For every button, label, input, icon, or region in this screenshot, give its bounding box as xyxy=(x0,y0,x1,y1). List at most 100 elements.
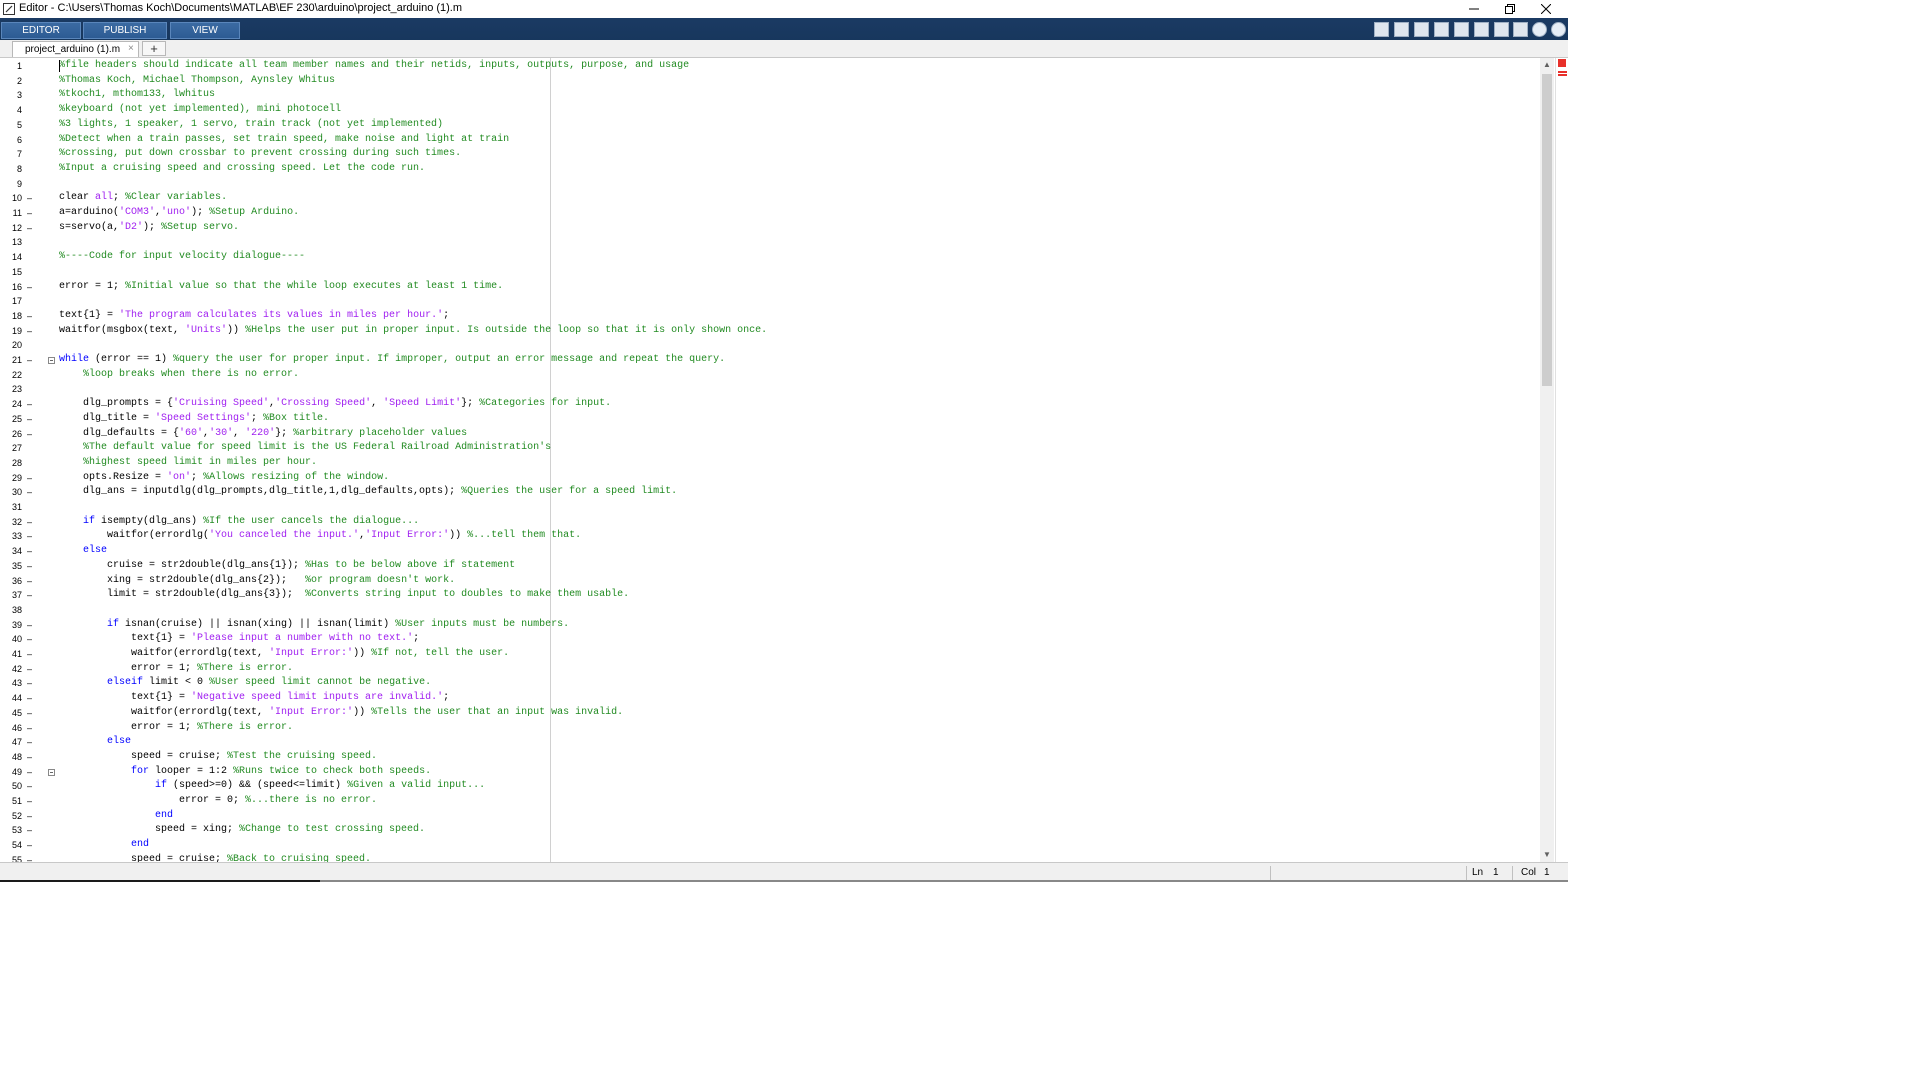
breakpoint-dash[interactable]: – xyxy=(27,412,32,427)
code-line[interactable]: %----Code for input velocity dialogue---… xyxy=(59,250,305,265)
code-line[interactable]: waitfor(errordlg('You canceled the input… xyxy=(59,529,581,544)
code-line[interactable]: if (speed>=0) && (speed<=limit) %Given a… xyxy=(59,779,485,794)
code-line[interactable]: waitfor(errordlg(text, 'Input Error:')) … xyxy=(59,706,623,721)
scrollbar-thumb[interactable] xyxy=(1542,74,1552,386)
tab-publish[interactable]: PUBLISH xyxy=(83,22,167,39)
code-line[interactable]: if isempty(dlg_ans) %If the user cancels… xyxy=(59,515,419,530)
code-line[interactable]: cruise = str2double(dlg_ans{1}); %Has to… xyxy=(59,559,515,574)
breakpoint-dash[interactable]: – xyxy=(27,794,32,809)
expand-icon[interactable] xyxy=(1551,22,1566,37)
breakpoint-dash[interactable]: – xyxy=(27,353,32,368)
code-line[interactable]: else xyxy=(59,544,107,559)
breakpoint-dash[interactable]: – xyxy=(27,529,32,544)
breakpoint-dash[interactable]: – xyxy=(27,735,32,750)
breakpoint-dash[interactable]: – xyxy=(27,206,32,221)
breakpoint-dash[interactable]: – xyxy=(27,588,32,603)
minimize-button[interactable] xyxy=(1456,0,1492,18)
breakpoint-dash[interactable]: – xyxy=(27,691,32,706)
code-line[interactable]: %The default value for speed limit is th… xyxy=(59,441,551,456)
vertical-scrollbar[interactable]: ▲ ▼ xyxy=(1540,58,1554,862)
code-line[interactable]: %crossing, put down crossbar to prevent … xyxy=(59,147,461,162)
code-line[interactable]: a=arduino('COM3','uno'); %Setup Arduino. xyxy=(59,206,299,221)
code-line[interactable]: dlg_ans = inputdlg(dlg_prompts,dlg_title… xyxy=(59,485,677,500)
breakpoint-dash[interactable]: – xyxy=(27,647,32,662)
code-line[interactable]: error = 1; %Initial value so that the wh… xyxy=(59,280,503,295)
tab-editor[interactable]: EDITOR xyxy=(1,22,81,39)
breakpoint-dash[interactable]: – xyxy=(27,632,32,647)
new-tab-button[interactable]: + xyxy=(142,41,166,56)
code-line[interactable]: end xyxy=(59,809,173,824)
breakpoint-dash[interactable]: – xyxy=(27,779,32,794)
help-icon[interactable] xyxy=(1532,22,1547,37)
breakpoint-dash[interactable]: – xyxy=(27,662,32,677)
breakpoint-dash[interactable]: – xyxy=(27,485,32,500)
breakpoint-dash[interactable]: – xyxy=(27,838,32,853)
code-line[interactable]: s=servo(a,'D2'); %Setup servo. xyxy=(59,221,239,236)
code-line[interactable]: dlg_prompts = {'Cruising Speed','Crossin… xyxy=(59,397,611,412)
code-line[interactable]: dlg_defaults = {'60','30', '220'}; %arbi… xyxy=(59,427,467,442)
code-line[interactable]: %Thomas Koch, Michael Thompson, Aynsley … xyxy=(59,74,335,89)
code-line[interactable]: while (error == 1) %query the user for p… xyxy=(59,353,725,368)
breakpoint-dash[interactable]: – xyxy=(27,823,32,838)
code-line[interactable]: for looper = 1:2 %Runs twice to check bo… xyxy=(59,765,431,780)
tab-view[interactable]: VIEW xyxy=(170,22,240,39)
save-icon[interactable] xyxy=(1394,22,1409,37)
code-line[interactable]: speed = xing; %Change to test crossing s… xyxy=(59,823,425,838)
code-line[interactable]: %Detect when a train passes, set train s… xyxy=(59,133,509,148)
breakpoint-dash[interactable]: – xyxy=(27,809,32,824)
code-line[interactable]: xing = str2double(dlg_ans{2}); %or progr… xyxy=(59,574,455,589)
cut-icon[interactable] xyxy=(1414,22,1429,37)
code-line[interactable]: speed = cruise; %Test the cruising speed… xyxy=(59,750,377,765)
code-text-area[interactable]: %file headers should indicate all team m… xyxy=(59,58,1540,862)
breakpoint-dash[interactable]: – xyxy=(27,618,32,633)
code-line[interactable]: error = 0; %...there is no error. xyxy=(59,794,377,809)
close-window-button[interactable] xyxy=(1528,0,1564,18)
paste-icon[interactable] xyxy=(1454,22,1469,37)
breakpoint-dash[interactable]: – xyxy=(27,471,32,486)
code-line[interactable]: %Input a cruising speed and crossing spe… xyxy=(59,162,425,177)
code-fold-icon[interactable] xyxy=(48,357,55,364)
breakpoint-dash[interactable]: – xyxy=(27,853,32,862)
undo-icon[interactable] xyxy=(1474,22,1489,37)
close-tab-icon[interactable]: × xyxy=(128,43,134,54)
open-icon[interactable] xyxy=(1374,22,1389,37)
code-line[interactable]: dlg_title = 'Speed Settings'; %Box title… xyxy=(59,412,329,427)
copy-icon[interactable] xyxy=(1434,22,1449,37)
document-tab[interactable]: project_arduino (1).m × xyxy=(12,41,139,57)
breakpoint-dash[interactable]: – xyxy=(27,750,32,765)
scroll-up-icon[interactable]: ▲ xyxy=(1540,58,1554,72)
breakpoint-dash[interactable]: – xyxy=(27,544,32,559)
breakpoint-dash[interactable]: – xyxy=(27,427,32,442)
restore-button[interactable] xyxy=(1492,0,1528,18)
code-line[interactable]: error = 1; %There is error. xyxy=(59,721,293,736)
code-line[interactable]: else xyxy=(59,735,131,750)
code-line[interactable]: waitfor(errordlg(text, 'Input Error:')) … xyxy=(59,647,509,662)
code-editor[interactable]: 1 2 3 4 5 6 7 8 9 10–11–12–13 14 15 16–17 18–19–20 21–… xyxy=(0,58,1540,862)
breakpoint-dash[interactable]: – xyxy=(27,280,32,295)
code-line[interactable]: clear all; %Clear variables. xyxy=(59,191,227,206)
breakpoint-dash[interactable]: – xyxy=(27,559,32,574)
code-line[interactable]: %file headers should indicate all team m… xyxy=(59,59,689,74)
code-line[interactable]: %loop breaks when there is no error. xyxy=(59,368,299,383)
analyzer-warning-marker[interactable] xyxy=(1558,71,1567,73)
code-line[interactable]: text{1} = 'The program calculates its va… xyxy=(59,309,449,324)
code-line[interactable]: error = 1; %There is error. xyxy=(59,662,293,677)
code-line[interactable]: opts.Resize = 'on'; %Allows resizing of … xyxy=(59,471,389,486)
breakpoint-dash[interactable]: – xyxy=(27,309,32,324)
switch-windows-icon[interactable] xyxy=(1513,22,1528,37)
code-line[interactable]: waitfor(msgbox(text, 'Units')) %Helps th… xyxy=(59,324,767,339)
code-line[interactable]: text{1} = 'Negative speed limit inputs a… xyxy=(59,691,449,706)
breakpoint-dash[interactable]: – xyxy=(27,574,32,589)
breakpoint-dash[interactable]: – xyxy=(27,515,32,530)
code-line[interactable]: if isnan(cruise) || isnan(xing) || isnan… xyxy=(59,618,569,633)
code-line[interactable]: %tkoch1, mthom133, lwhitus xyxy=(59,88,215,103)
analyzer-status-icon[interactable] xyxy=(1558,59,1566,67)
breakpoint-dash[interactable]: – xyxy=(27,397,32,412)
breakpoint-dash[interactable]: – xyxy=(27,721,32,736)
code-line[interactable]: text{1} = 'Please input a number with no… xyxy=(59,632,419,647)
breakpoint-dash[interactable]: – xyxy=(27,706,32,721)
code-line[interactable]: limit = str2double(dlg_ans{3}); %Convert… xyxy=(59,588,629,603)
code-fold-icon[interactable] xyxy=(48,768,55,776)
breakpoint-dash[interactable]: – xyxy=(27,324,32,339)
analyzer-warning-marker[interactable] xyxy=(1558,74,1567,76)
